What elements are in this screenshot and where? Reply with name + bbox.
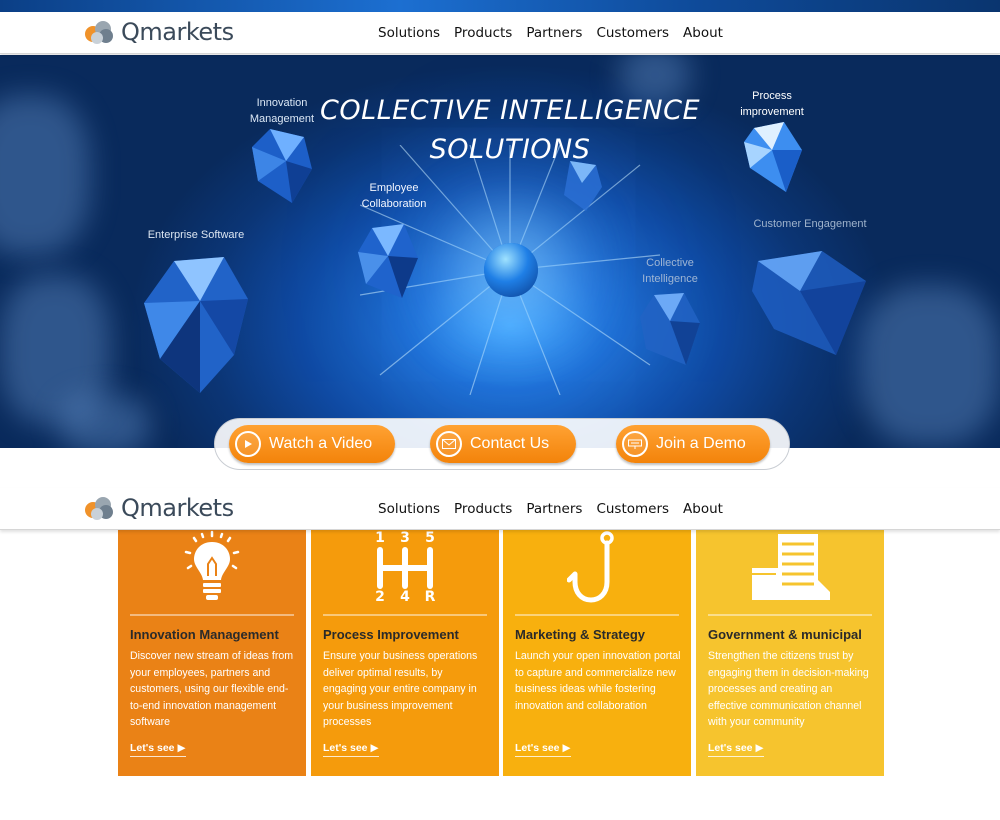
play-icon	[235, 431, 261, 457]
envelope-icon	[436, 431, 462, 457]
card-title: Government & municipal	[708, 627, 862, 642]
card-description: Strengthen the citizens trust by engagin…	[708, 650, 869, 729]
hero-label-innovation: Innovation Management	[249, 97, 315, 125]
nav-products[interactable]: Products	[454, 25, 512, 41]
logo-text: Qmarkets	[121, 494, 234, 522]
crystal-icon	[358, 224, 418, 298]
contact-us-label: Contact Us	[470, 435, 550, 452]
top-banner-strip	[0, 0, 1000, 12]
contact-us-button[interactable]: Contact Us	[430, 425, 576, 463]
logo[interactable]: Qmarkets	[84, 18, 234, 46]
crystal-icon	[252, 129, 312, 203]
site-header: Qmarkets Solutions Products Partners Cus…	[0, 12, 1000, 54]
lets-see-link[interactable]: Let's see ▶	[708, 742, 764, 757]
svg-text:3: 3	[400, 530, 410, 546]
nav-about[interactable]: About	[683, 25, 723, 41]
svg-text:1: 1	[375, 530, 385, 546]
nav-products[interactable]: Products	[454, 501, 512, 517]
main-nav: Solutions Products Partners Customers Ab…	[378, 25, 723, 41]
lets-see-link[interactable]: Let's see ▶	[323, 742, 379, 757]
nav-customers[interactable]: Customers	[596, 501, 669, 517]
card-divider	[323, 614, 487, 616]
hero-bokeh	[60, 395, 150, 448]
presentation-icon	[622, 431, 648, 457]
nav-solutions[interactable]: Solutions	[378, 501, 440, 517]
svg-text:2: 2	[375, 589, 385, 604]
glowing-orb	[484, 243, 538, 297]
sticky-header: Qmarkets Solutions Products Partners Cus…	[0, 488, 1000, 530]
card-government-municipal: Government & municipal Strengthen the ci…	[696, 530, 884, 776]
card-marketing-strategy: Marketing & Strategy Launch your open in…	[503, 530, 691, 776]
card-innovation-management: Innovation Management Discover new strea…	[118, 530, 306, 776]
card-divider	[515, 614, 679, 616]
hero-label-customer: Customer Engagement	[753, 218, 867, 230]
lets-see-link[interactable]: Let's see ▶	[130, 742, 186, 757]
hero-bokeh	[860, 285, 1000, 445]
nav-partners[interactable]: Partners	[526, 501, 582, 517]
card-process-improvement: 135 24R Process Improvement Ensure your …	[311, 530, 499, 776]
building-icon	[752, 534, 830, 600]
join-demo-button[interactable]: Join a Demo	[616, 425, 770, 463]
card-divider	[130, 614, 294, 616]
logo-icon	[85, 497, 113, 520]
join-demo-label: Join a Demo	[656, 435, 746, 452]
watch-video-label: Watch a Video	[269, 435, 373, 452]
watch-video-button[interactable]: Watch a Video	[229, 425, 395, 463]
crystal-icon	[752, 251, 866, 355]
hero-label-employee: Employee Collaboration	[361, 182, 427, 210]
logo-text: Qmarkets	[121, 18, 234, 46]
hero-label-collective: Collective Intelligence	[642, 257, 698, 285]
logo[interactable]: Qmarkets	[84, 494, 234, 522]
main-nav: Solutions Products Partners Customers Ab…	[378, 501, 723, 517]
card-title: Marketing & Strategy	[515, 627, 646, 642]
card-description: Discover new stream of ideas from your e…	[130, 650, 294, 729]
hero-label-process: Process improvement	[740, 90, 804, 118]
nav-about[interactable]: About	[683, 501, 723, 517]
svg-text:R: R	[425, 589, 436, 604]
card-description: Ensure your business operations deliver …	[323, 650, 478, 729]
fishing-hook-icon	[567, 531, 614, 603]
nav-partners[interactable]: Partners	[526, 25, 582, 41]
svg-text:4: 4	[400, 589, 410, 604]
crystal-icon	[564, 161, 602, 211]
crystal-icon	[144, 257, 248, 393]
crystal-icon	[640, 293, 700, 365]
hero-title-line1: COLLECTIVE INTELLIGENCE	[319, 95, 701, 126]
card-description: Launch your open innovation portal to ca…	[515, 650, 681, 712]
crystal-icon	[744, 122, 802, 192]
hero-title-line2: SOLUTIONS	[429, 134, 591, 165]
nav-solutions[interactable]: Solutions	[378, 25, 440, 41]
logo-icon	[85, 21, 113, 44]
card-title: Innovation Management	[130, 627, 279, 642]
nav-customers[interactable]: Customers	[596, 25, 669, 41]
lets-see-link[interactable]: Let's see ▶	[515, 742, 571, 757]
card-divider	[708, 614, 872, 616]
hero-banner: COLLECTIVE INTELLIGENCE SOLUTIONS Innova…	[0, 55, 1000, 448]
lightbulb-icon	[184, 530, 240, 600]
svg-text:5: 5	[425, 530, 435, 546]
gear-shift-icon: 135 24R	[375, 530, 436, 604]
card-title: Process Improvement	[323, 627, 459, 642]
hero-label-enterprise: Enterprise Software	[147, 229, 245, 241]
